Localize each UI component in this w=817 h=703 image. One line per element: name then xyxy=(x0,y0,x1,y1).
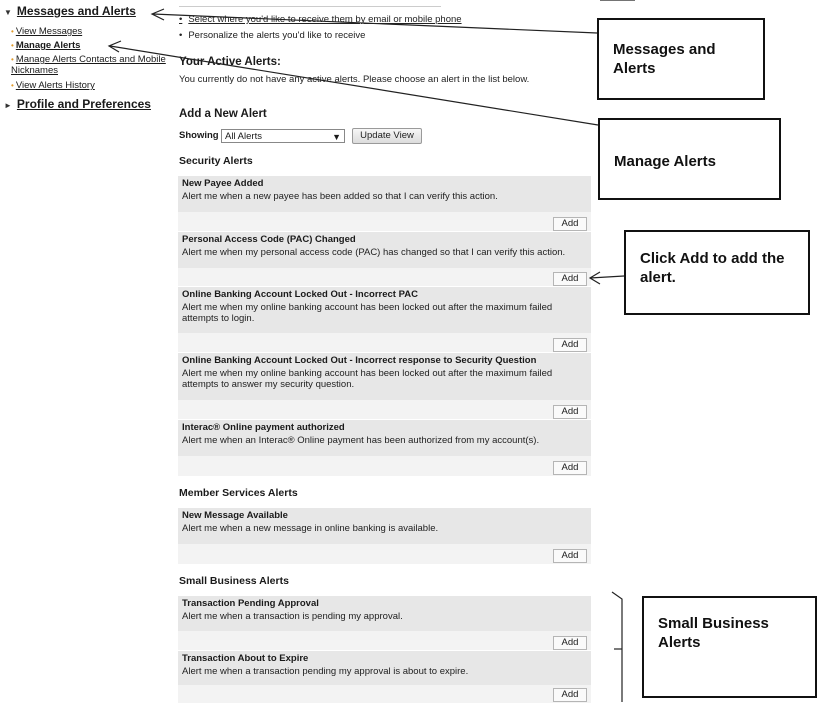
arrow-messages-alerts xyxy=(152,13,598,34)
callout-manage-alerts: Manage Alerts xyxy=(598,118,781,200)
callout-messages-alerts: Messages and Alerts xyxy=(597,18,765,100)
callout-click-add: Click Add to add the alert. xyxy=(624,230,810,315)
arrow-click-add xyxy=(589,275,625,279)
small-business-bracket xyxy=(611,591,623,702)
callout-small-business: Small Business Alerts xyxy=(642,596,817,698)
arrow-manage-alerts xyxy=(109,45,599,126)
